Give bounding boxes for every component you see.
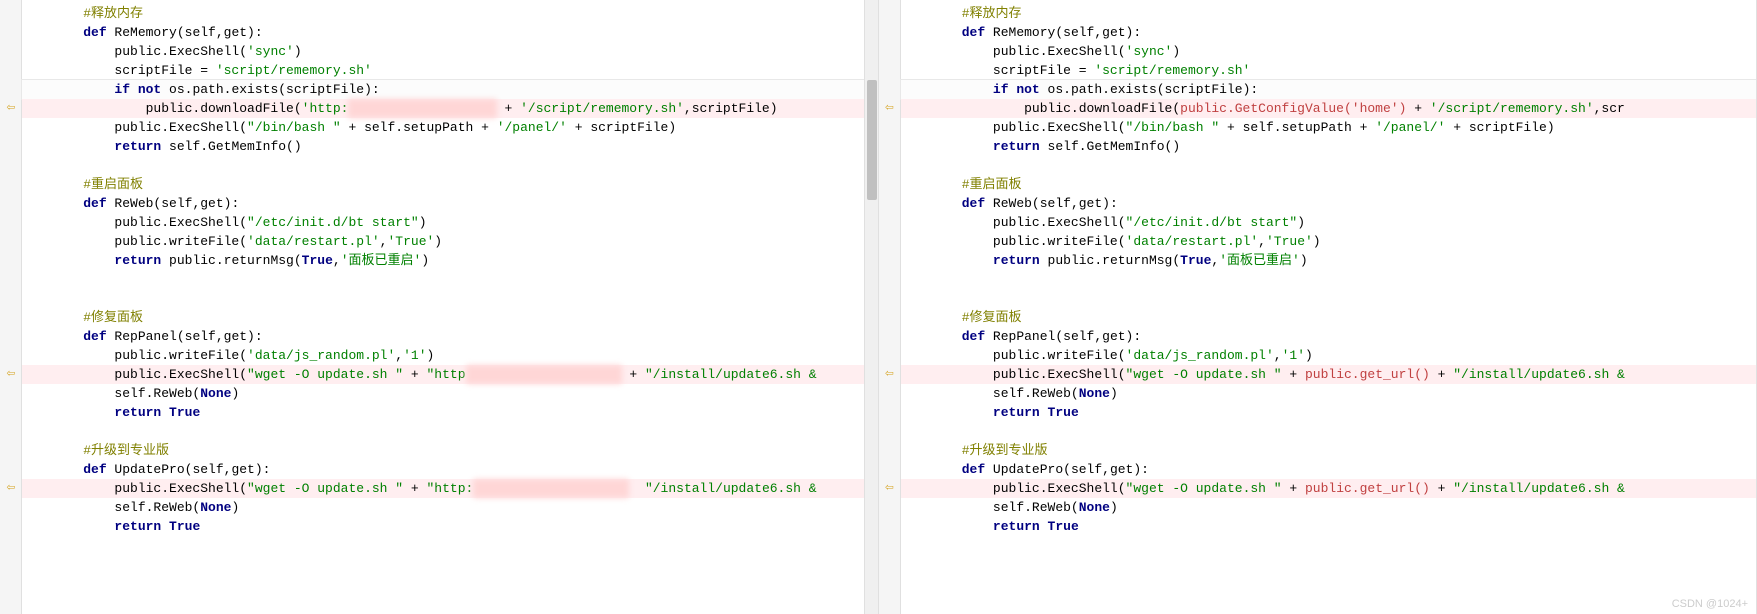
code-line[interactable]: #修复面板 — [901, 308, 1757, 327]
code-line[interactable]: ⇦ public.ExecShell("wget -O update.sh " … — [22, 479, 878, 498]
code-line[interactable] — [22, 422, 878, 441]
code-line[interactable]: return True — [901, 517, 1757, 536]
diff-arrow-icon[interactable]: ⇦ — [2, 365, 20, 384]
code-line[interactable]: public.ExecShell("/bin/bash " + self.set… — [901, 118, 1757, 137]
code-line[interactable]: return True — [901, 403, 1757, 422]
code-line[interactable] — [901, 422, 1757, 441]
code-line[interactable]: #重启面板 — [22, 175, 878, 194]
code-line[interactable]: #升级到专业版 — [22, 441, 878, 460]
code-line[interactable]: public.ExecShell("/bin/bash " + self.set… — [22, 118, 878, 137]
code-line[interactable]: scriptFile = 'script/rememory.sh' — [22, 61, 878, 80]
code-line[interactable]: public.ExecShell("/etc/init.d/bt start") — [22, 213, 878, 232]
code-line[interactable]: self.ReWeb(None) — [22, 498, 878, 517]
left-diff-pane[interactable]: #释放内存 def ReMemory(self,get): public.Exe… — [0, 0, 879, 614]
code-line[interactable] — [22, 270, 878, 289]
code-line[interactable] — [22, 289, 878, 308]
code-line[interactable]: return True — [22, 517, 878, 536]
code-line[interactable]: scriptFile = 'script/rememory.sh' — [901, 61, 1757, 80]
code-line[interactable]: self.ReWeb(None) — [901, 384, 1757, 403]
code-line[interactable]: #释放内存 — [22, 4, 878, 23]
code-line[interactable] — [901, 270, 1757, 289]
code-line[interactable] — [22, 156, 878, 175]
scrollbar-thumb[interactable] — [867, 80, 877, 200]
diff-arrow-icon[interactable]: ⇦ — [881, 479, 899, 498]
code-line[interactable]: public.ExecShell('sync') — [901, 42, 1757, 61]
code-line[interactable]: def RepPanel(self,get): — [901, 327, 1757, 346]
code-line[interactable]: if not os.path.exists(scriptFile): — [901, 80, 1757, 99]
left-scrollbar[interactable] — [864, 0, 878, 614]
code-line[interactable]: ⇦ public.ExecShell("wget -O update.sh " … — [901, 479, 1757, 498]
code-line[interactable]: public.writeFile('data/restart.pl','True… — [22, 232, 878, 251]
diff-arrow-icon[interactable]: ⇦ — [2, 99, 20, 118]
code-line[interactable]: #释放内存 — [901, 4, 1757, 23]
code-line[interactable] — [901, 289, 1757, 308]
diff-arrow-icon[interactable]: ⇦ — [2, 479, 20, 498]
code-line[interactable]: #升级到专业版 — [901, 441, 1757, 460]
code-line[interactable]: public.ExecShell('sync') — [22, 42, 878, 61]
watermark: CSDN @1024+ — [1672, 598, 1748, 610]
code-line[interactable]: if not os.path.exists(scriptFile): — [22, 80, 878, 99]
code-line[interactable]: ⇦ public.ExecShell("wget -O update.sh " … — [901, 365, 1757, 384]
code-line[interactable]: def UpdatePro(self,get): — [22, 460, 878, 479]
code-line[interactable]: public.writeFile('data/js_random.pl','1'… — [22, 346, 878, 365]
code-line[interactable]: self.ReWeb(None) — [901, 498, 1757, 517]
code-line[interactable]: #重启面板 — [901, 175, 1757, 194]
diff-arrow-icon[interactable]: ⇦ — [881, 365, 899, 384]
code-line[interactable]: def ReWeb(self,get): — [22, 194, 878, 213]
code-line[interactable]: self.ReWeb(None) — [22, 384, 878, 403]
code-line[interactable] — [901, 156, 1757, 175]
code-line[interactable]: public.writeFile('data/js_random.pl','1'… — [901, 346, 1757, 365]
right-gutter — [879, 0, 901, 614]
code-line[interactable]: ⇦ public.downloadFile(public.GetConfigVa… — [901, 99, 1757, 118]
left-code-area[interactable]: #释放内存 def ReMemory(self,get): public.Exe… — [22, 0, 878, 540]
code-line[interactable]: def ReWeb(self,get): — [901, 194, 1757, 213]
code-line[interactable]: return self.GetMemInfo() — [901, 137, 1757, 156]
code-line[interactable]: public.writeFile('data/restart.pl','True… — [901, 232, 1757, 251]
code-line[interactable]: ⇦ public.downloadFile('http:xxxxxxxxxxxx… — [22, 99, 878, 118]
right-diff-pane[interactable]: #释放内存 def ReMemory(self,get): public.Exe… — [879, 0, 1757, 614]
code-line[interactable]: def RepPanel(self,get): — [22, 327, 878, 346]
code-line[interactable]: return public.returnMsg(True,'面板已重启') — [901, 251, 1757, 270]
code-line[interactable]: return self.GetMemInfo() — [22, 137, 878, 156]
code-line[interactable]: def ReMemory(self,get): — [901, 23, 1757, 42]
code-line[interactable]: def ReMemory(self,get): — [22, 23, 878, 42]
code-line[interactable]: return public.returnMsg(True,'面板已重启') — [22, 251, 878, 270]
code-line[interactable]: return True — [22, 403, 878, 422]
code-line[interactable]: public.ExecShell("/etc/init.d/bt start") — [901, 213, 1757, 232]
code-line[interactable]: ⇦ public.ExecShell("wget -O update.sh " … — [22, 365, 878, 384]
diff-arrow-icon[interactable]: ⇦ — [881, 99, 899, 118]
code-line[interactable]: #修复面板 — [22, 308, 878, 327]
right-code-area[interactable]: #释放内存 def ReMemory(self,get): public.Exe… — [901, 0, 1757, 540]
code-line[interactable]: def UpdatePro(self,get): — [901, 460, 1757, 479]
left-gutter — [0, 0, 22, 614]
